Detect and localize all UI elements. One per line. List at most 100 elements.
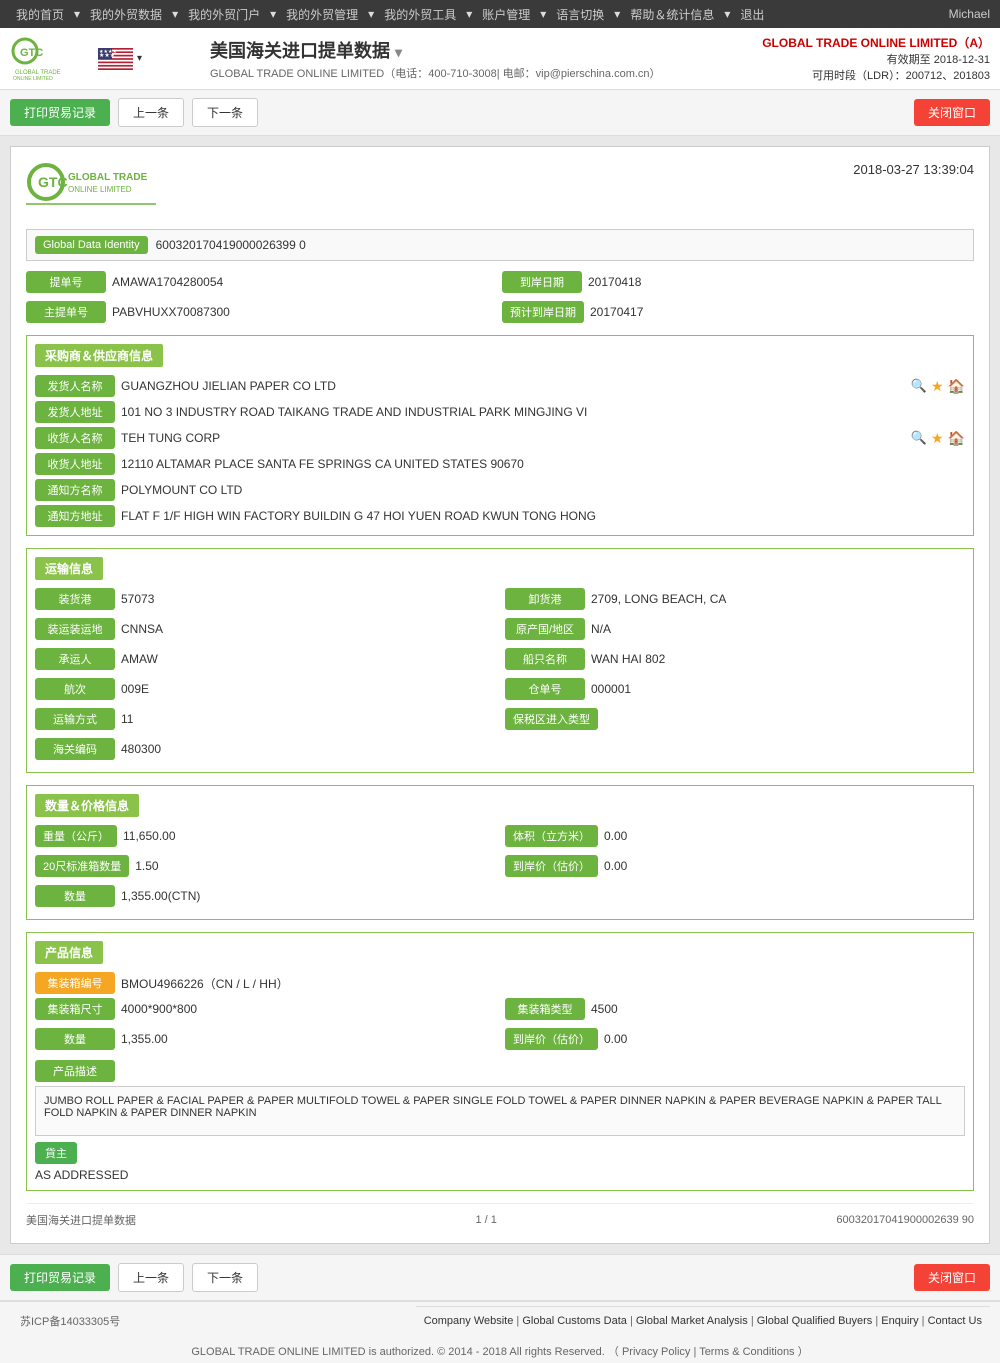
product-section: 产品信息 集装箱编号 BMOU4966226（CN / L / HH） 集装箱尺…	[26, 932, 974, 1191]
footer-terms-link[interactable]: Terms & Conditions	[699, 1346, 794, 1358]
nav-language[interactable]: 语言切换	[550, 6, 610, 23]
document-header: GTC GLOBAL TRADE ONLINE LIMITED 2018-03-…	[26, 162, 974, 214]
voyage-row: 航次 009E	[35, 678, 495, 700]
shipper-value: AS ADDRESSED	[35, 1168, 965, 1182]
consignee-star-icon[interactable]: ★	[931, 430, 944, 447]
prev-button-top[interactable]: 上一条	[118, 98, 184, 127]
prev-button-bottom[interactable]: 上一条	[118, 1263, 184, 1292]
home-icon[interactable]: 🏠	[948, 378, 965, 395]
consignee-addr-label: 收货人地址	[35, 453, 115, 475]
footer-privacy-link[interactable]: Privacy Policy	[622, 1346, 690, 1358]
origin-country-value: N/A	[591, 622, 965, 636]
document-date: 2018-03-27 13:39:04	[853, 162, 974, 177]
print-button-bottom[interactable]: 打印贸易记录	[10, 1264, 110, 1291]
star-icon[interactable]: ★	[931, 378, 944, 395]
global-data-identity-row: Global Data Identity 6003201704190000263…	[26, 229, 974, 261]
svg-text:★★★★: ★★★★	[99, 49, 117, 55]
notify-addr-label: 通知方地址	[35, 505, 115, 527]
carrier-row: 承运人 AMAW	[35, 648, 495, 670]
warehouse-no-row: 仓单号 000001	[505, 678, 965, 700]
shipper-addr-label: 发货人地址	[35, 401, 115, 423]
footer-market-analysis[interactable]: Global Market Analysis	[636, 1315, 748, 1327]
consignee-name-value: TEH TUNG CORP	[121, 431, 907, 445]
consignee-name-value-container: TEH TUNG CORP 🔍 ★ 🏠	[121, 430, 965, 447]
notify-name-value: POLYMOUNT CO LTD	[121, 483, 965, 497]
page-header: GTC GLOBAL TRADE ONLINE LIMITED ★★★ ★★★★…	[0, 28, 1000, 90]
shipper-name-row: 发货人名称 GUANGZHOU JIELIAN PAPER CO LTD 🔍 ★…	[35, 375, 965, 397]
estimated-arrival-row: 预计到岸日期 20170417	[502, 301, 974, 323]
print-button-top[interactable]: 打印贸易记录	[10, 99, 110, 126]
shipper-button[interactable]: 貨主	[35, 1142, 77, 1164]
container-size-value: 4000*900*800	[121, 1002, 495, 1016]
volume-label: 体积（立方米）	[505, 825, 598, 847]
footer-contact-us[interactable]: Contact Us	[928, 1315, 982, 1327]
carrier-label: 承运人	[35, 648, 115, 670]
notify-addr-row: 通知方地址 FLAT F 1/F HIGH WIN FACTORY BUILDI…	[35, 505, 965, 527]
footer-enquiry[interactable]: Enquiry	[881, 1315, 918, 1327]
page-title: 美国海关进口提单数据 ▾	[210, 37, 762, 63]
doc-page-info: 1 / 1	[475, 1214, 496, 1226]
doc-source: 美国海关进口提单数据	[26, 1212, 136, 1228]
product-section-title: 产品信息	[35, 941, 103, 964]
footer-links: Company Website | Global Customs Data | …	[416, 1306, 990, 1335]
svg-text:GTC: GTC	[38, 174, 68, 190]
search-icon[interactable]: 🔍	[911, 378, 927, 394]
weight-label: 重量（公斤）	[35, 825, 117, 847]
vessel-row: 船只名称 WAN HAI 802	[505, 648, 965, 670]
nav-management[interactable]: 我的外贸管理	[280, 6, 364, 23]
footer-row: 苏ICP备14033305号 Company Website | Global …	[0, 1302, 1000, 1339]
transport-mode-label: 运输方式	[35, 708, 115, 730]
next-button-bottom[interactable]: 下一条	[192, 1263, 258, 1292]
origin-country-label: 原产国/地区	[505, 618, 585, 640]
product-qty-label: 数量	[35, 1028, 115, 1050]
carrier-value: AMAW	[121, 652, 495, 666]
vessel-value: WAN HAI 802	[591, 652, 965, 666]
bonded-area-row: 保税区进入类型	[505, 708, 965, 730]
estimated-arrival-label: 预计到岸日期	[502, 301, 584, 323]
nav-account[interactable]: 账户管理	[476, 6, 536, 23]
nav-logout[interactable]: 退出	[734, 6, 770, 23]
arrival-date-value: 20170418	[588, 275, 974, 289]
qty-row: 数量 1,355.00(CTN)	[35, 885, 965, 907]
svg-text:GLOBAL TRADE: GLOBAL TRADE	[68, 172, 148, 183]
nav-home[interactable]: 我的首页	[10, 6, 70, 23]
doc-logo-svg: GTC GLOBAL TRADE ONLINE LIMITED	[26, 162, 156, 214]
master-bill-row: 主提单号 PABVHUXX70087300	[26, 301, 498, 323]
product-title-bar: 产品信息	[35, 941, 965, 964]
arrival-price-label: 到岸价（估价）	[505, 855, 598, 877]
transport-mode-value: 11	[121, 712, 495, 726]
header-center: 美国海关进口提单数据 ▾ GLOBAL TRADE ONLINE LIMITED…	[190, 37, 762, 81]
product-arrival-price-row: 到岸价（估价） 0.00	[505, 1028, 965, 1050]
container-type-value: 4500	[591, 1002, 965, 1016]
customs-code-label: 海关编码	[35, 738, 115, 760]
arrival-date-row: 到岸日期 20170418	[502, 271, 974, 293]
container-no-value: BMOU4966226（CN / L / HH）	[121, 975, 965, 992]
nav-portal[interactable]: 我的外贸门户	[182, 6, 266, 23]
bill-no-row: 提单号 AMAWA1704280054	[26, 271, 498, 293]
footer-company-website[interactable]: Company Website	[424, 1315, 514, 1327]
quantity-section: 数量＆价格信息 重量（公斤） 11,650.00 体积（立方米） 0.00 20…	[26, 785, 974, 920]
vessel-label: 船只名称	[505, 648, 585, 670]
nav-tools[interactable]: 我的外贸工具	[378, 6, 462, 23]
nav-tradedata[interactable]: 我的外贸数据	[84, 6, 168, 23]
nav-links: 我的首页 ▾ 我的外贸数据 ▾ 我的外贸门户 ▾ 我的外贸管理 ▾ 我的外贸工具…	[10, 6, 770, 23]
consignee-search-icon[interactable]: 🔍	[911, 430, 927, 446]
close-button-top[interactable]: 关闭窗口	[914, 99, 990, 126]
shipper-addr-value: 101 NO 3 INDUSTRY ROAD TAIKANG TRADE AND…	[121, 405, 965, 419]
bill-no-label: 提单号	[26, 271, 106, 293]
svg-text:ONLINE LIMITED: ONLINE LIMITED	[68, 185, 132, 194]
container-size-row: 集装箱尺寸 4000*900*800	[35, 998, 495, 1020]
container20-value: 1.50	[135, 859, 495, 873]
nav-help[interactable]: 帮助＆统计信息	[624, 6, 720, 23]
next-button-top[interactable]: 下一条	[192, 98, 258, 127]
consignee-addr-row: 收货人地址 12110 ALTAMAR PLACE SANTA FE SPRIN…	[35, 453, 965, 475]
supplier-section-title: 采购商＆供应商信息	[35, 344, 163, 367]
close-button-bottom[interactable]: 关闭窗口	[914, 1264, 990, 1291]
footer-customs-data[interactable]: Global Customs Data	[522, 1315, 627, 1327]
shipper-row: 貨主	[35, 1142, 965, 1164]
container20-label: 20尺标准箱数量	[35, 855, 129, 877]
shipper-name-value: GUANGZHOU JIELIAN PAPER CO LTD	[121, 379, 907, 393]
footer-qualified-buyers[interactable]: Global Qualified Buyers	[757, 1315, 873, 1327]
consignee-home-icon[interactable]: 🏠	[948, 430, 965, 447]
loading-country-row: 装运装运地 CNNSA	[35, 618, 495, 640]
